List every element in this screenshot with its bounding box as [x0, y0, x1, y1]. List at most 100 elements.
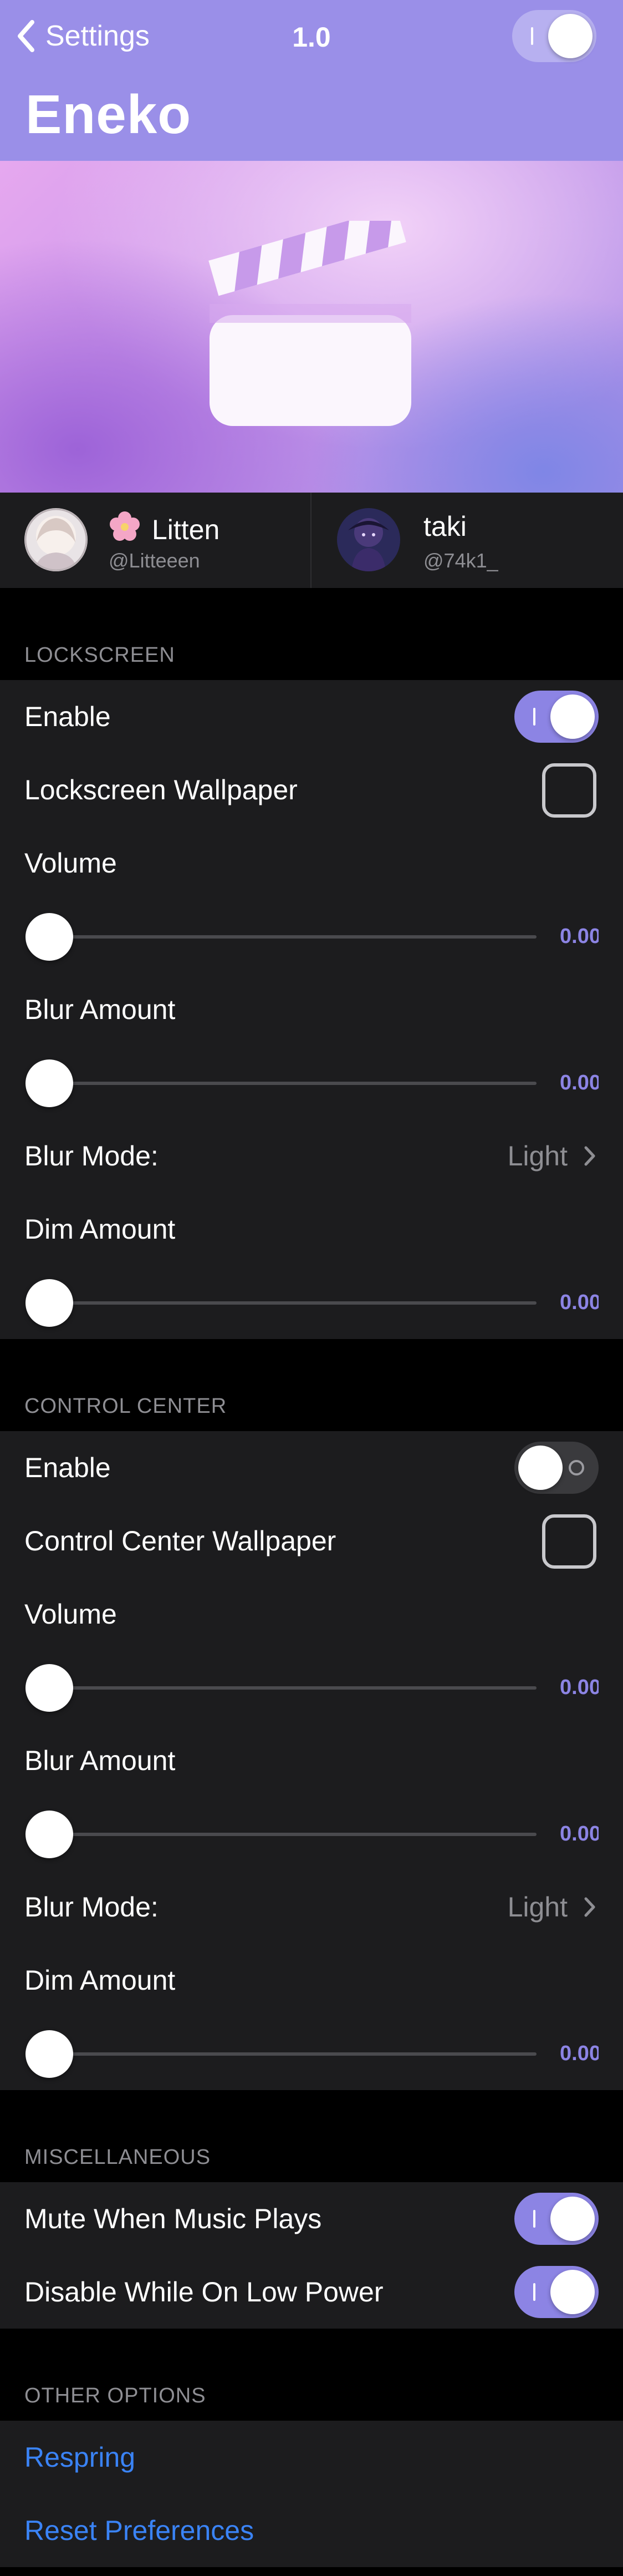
lockscreen-group: Enable Lockscreen Wallpaper Volume 0.00 …: [0, 680, 623, 1339]
nav-header: Settings 1.0 Eneko: [0, 0, 623, 161]
slider-knob[interactable]: [25, 913, 73, 961]
slider-track: [51, 1301, 537, 1305]
control-center-enable-row: Enable: [0, 1431, 623, 1504]
credits-row: Litten @Litteeen taki @74k1_: [0, 493, 623, 588]
control-center-dim-slider[interactable]: 0.00: [0, 2017, 623, 2090]
row-value: Light: [507, 1140, 568, 1172]
toggle-on-mark: [531, 27, 533, 45]
row-label: Control Center Wallpaper: [24, 1525, 336, 1556]
low-power-row: Disable While On Low Power: [0, 2255, 623, 2329]
credit-name: taki: [423, 511, 467, 542]
toggle-knob: [550, 694, 595, 739]
other-options-group: Respring Reset Preferences: [0, 2421, 623, 2567]
toggle-on-mark: [533, 2210, 535, 2228]
toggle-on-mark: [533, 708, 535, 726]
toggle-on-mark: [533, 2283, 535, 2301]
avatar: [24, 508, 88, 571]
control-center-blur-row: Blur Amount: [0, 1724, 623, 1797]
toggle-knob: [550, 2197, 595, 2241]
slider-value: 0.00: [560, 1676, 599, 1699]
lockscreen-blur-row: Blur Amount: [0, 973, 623, 1046]
toggle-knob: [550, 2270, 595, 2314]
row-label: Dim Amount: [24, 1965, 176, 1996]
lockscreen-enable-toggle[interactable]: [514, 691, 599, 743]
row-label: Blur Amount: [24, 994, 176, 1025]
row-label: Blur Mode:: [24, 1140, 159, 1172]
row-label: Blur Amount: [24, 1745, 176, 1776]
lockscreen-wallpaper-row: Lockscreen Wallpaper: [0, 753, 623, 826]
row-label: Volume: [24, 848, 117, 879]
slider-track: [51, 935, 537, 939]
lockscreen-dim-row: Dim Amount: [0, 1193, 623, 1266]
cherry-blossom-icon: [110, 511, 140, 541]
section-header-other-options: OTHER OPTIONS: [24, 2384, 206, 2407]
control-center-volume-row: Volume: [0, 1578, 623, 1651]
slider-track: [51, 2052, 537, 2056]
credit-name: Litten: [109, 510, 219, 546]
clapperboard-icon: [208, 221, 411, 426]
slider-knob[interactable]: [25, 1059, 73, 1107]
credit-litten[interactable]: Litten @Litteeen: [0, 493, 310, 588]
reset-preferences-button[interactable]: Reset Preferences: [24, 2494, 254, 2567]
page-title: Eneko: [25, 84, 192, 145]
credit-handle: @Litteeen: [109, 549, 200, 572]
slider-knob[interactable]: [25, 1279, 73, 1327]
chevron-right-icon: [584, 1146, 595, 1166]
slider-value: 0.00: [560, 2042, 599, 2065]
master-enable-toggle[interactable]: [512, 10, 596, 62]
slider-knob[interactable]: [25, 1811, 73, 1858]
control-center-group: Enable Control Center Wallpaper Volume 0…: [0, 1431, 623, 2090]
mute-music-row: Mute When Music Plays: [0, 2182, 623, 2255]
chevron-right-icon: [584, 1897, 595, 1917]
row-label: Lockscreen Wallpaper: [24, 774, 298, 805]
credit-taki[interactable]: taki @74k1_: [312, 493, 623, 588]
control-center-blur-slider[interactable]: 0.00: [0, 1797, 623, 1870]
slider-value: 0.00: [560, 1071, 599, 1094]
toggle-off-mark: [569, 1460, 584, 1475]
row-label: Enable: [24, 1452, 111, 1483]
mute-music-toggle[interactable]: [514, 2193, 599, 2245]
lockscreen-enable-row: Enable: [0, 680, 623, 753]
low-power-toggle[interactable]: [514, 2266, 599, 2318]
lockscreen-volume-slider[interactable]: 0.00: [0, 900, 623, 973]
control-center-volume-slider[interactable]: 0.00: [0, 1651, 623, 1724]
slider-value: 0.00: [560, 1291, 599, 1314]
row-label: Volume: [24, 1599, 117, 1630]
toggle-knob: [548, 14, 593, 58]
slider-track: [51, 1082, 537, 1085]
control-center-dim-row: Dim Amount: [0, 1944, 623, 2017]
slider-track: [51, 1833, 537, 1836]
misc-group: Mute When Music Plays Disable While On L…: [0, 2182, 623, 2329]
control-center-wallpaper-checkbox[interactable]: [542, 1514, 596, 1569]
avatar: [337, 508, 400, 571]
slider-value: 0.00: [560, 1822, 599, 1845]
control-center-wallpaper-row: Control Center Wallpaper: [0, 1504, 623, 1578]
respring-button[interactable]: Respring: [24, 2421, 135, 2494]
slider-value: 0.00: [560, 925, 599, 948]
lockscreen-dim-slider[interactable]: 0.00: [0, 1266, 623, 1339]
banner: [0, 161, 623, 493]
section-header-control-center: CONTROL CENTER: [24, 1395, 227, 1418]
row-value: Light: [507, 1892, 568, 1923]
control-center-enable-toggle[interactable]: [514, 1442, 599, 1494]
section-header-lockscreen: LOCKSCREEN: [24, 643, 175, 667]
toggle-knob: [518, 1446, 563, 1490]
row-label: Dim Amount: [24, 1214, 176, 1245]
row-label: Mute When Music Plays: [24, 2203, 322, 2234]
credit-handle: @74k1_: [423, 549, 498, 572]
lockscreen-blur-mode-row[interactable]: Blur Mode: Light: [0, 1119, 623, 1193]
slider-knob[interactable]: [25, 2030, 73, 2078]
row-label: Blur Mode:: [24, 1892, 159, 1923]
row-label: Disable While On Low Power: [24, 2276, 384, 2308]
control-center-blur-mode-row[interactable]: Blur Mode: Light: [0, 1870, 623, 1944]
lockscreen-blur-slider[interactable]: 0.00: [0, 1046, 623, 1119]
slider-track: [51, 1686, 537, 1690]
row-label: Enable: [24, 701, 111, 732]
section-header-miscellaneous: MISCELLANEOUS: [24, 2146, 211, 2169]
lockscreen-volume-row: Volume: [0, 826, 623, 900]
lockscreen-wallpaper-checkbox[interactable]: [542, 763, 596, 818]
respring-row[interactable]: Respring: [0, 2421, 623, 2494]
slider-knob[interactable]: [25, 1664, 73, 1712]
credit-name-text: Litten: [152, 514, 220, 545]
reset-preferences-row[interactable]: Reset Preferences: [0, 2494, 623, 2567]
